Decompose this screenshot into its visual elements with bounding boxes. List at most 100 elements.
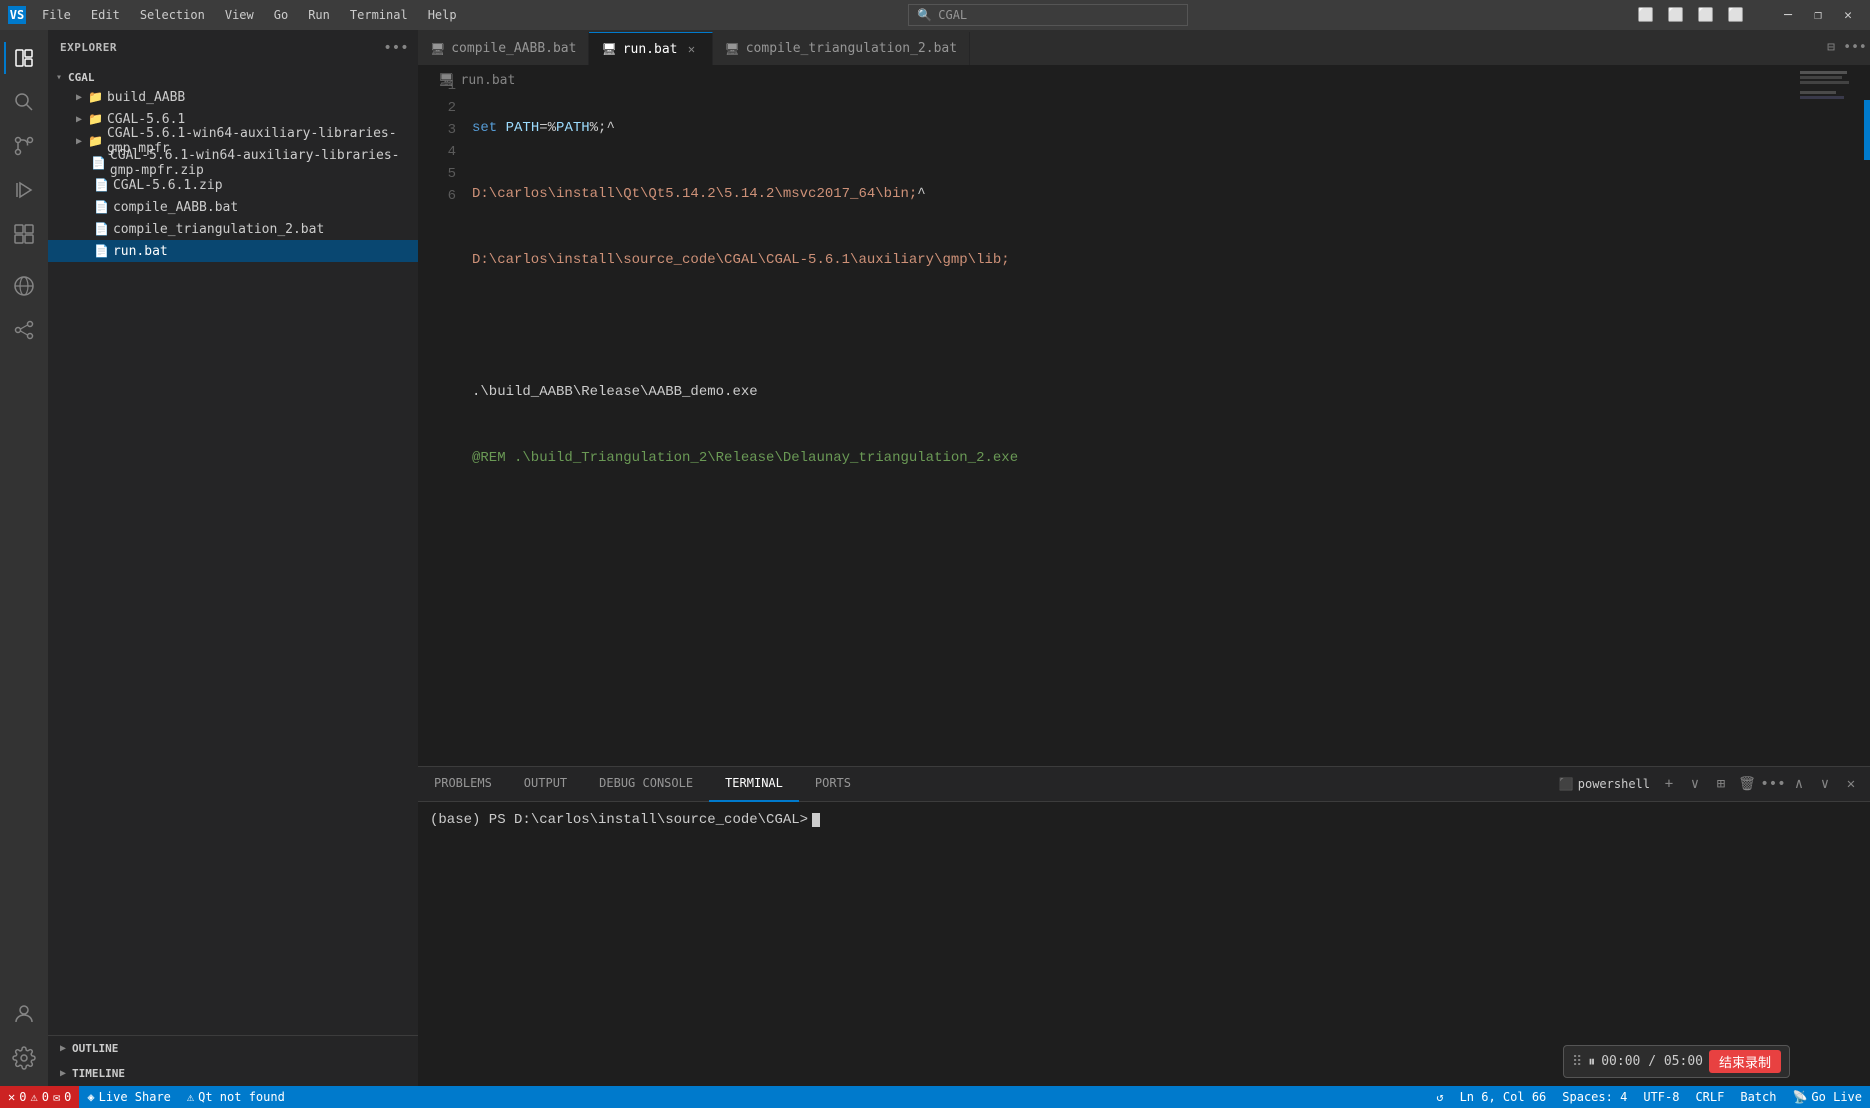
extensions-activity-icon[interactable] — [4, 214, 44, 254]
layout-icon-3[interactable]: ⬜ — [1692, 4, 1720, 26]
drag-handle-icon[interactable]: ⠿ — [1572, 1054, 1582, 1070]
live-share-activity-icon[interactable] — [4, 310, 44, 350]
tree-item-label: CGAL-5.6.1-win64-auxiliary-libraries-gmp… — [110, 148, 410, 178]
status-bar-left: ✕ 0 ⚠ 0 ✉ 0 ◈ Live Share ⚠ Qt not found — [0, 1086, 293, 1108]
tab-terminal[interactable]: TERMINAL — [709, 767, 799, 802]
tab-compile-aabb[interactable]: 🖥 compile_AABB.bat — [418, 32, 589, 65]
tree-item-label: build_AABB — [107, 90, 185, 105]
outline-panel-header[interactable]: ▶ OUTLINE — [48, 1036, 418, 1061]
tab-problems[interactable]: PROBLEMS — [418, 767, 508, 802]
line-numbers: 1 2 3 4 5 6 — [418, 73, 468, 766]
tree-item-label: CGAL-5.6.1 — [107, 112, 185, 127]
sidebar-more-icon[interactable]: ••• — [386, 38, 406, 58]
tree-item-compile-tri[interactable]: 📄 compile_triangulation_2.bat — [48, 218, 418, 240]
tree-item-label: CGAL-5.6.1.zip — [113, 178, 223, 193]
account-activity-icon[interactable] — [4, 994, 44, 1034]
line-num: 3 — [418, 119, 456, 141]
source-control-activity-icon[interactable] — [4, 126, 44, 166]
terminal-cursor — [812, 813, 820, 827]
tab-ports[interactable]: PORTS — [799, 767, 867, 802]
tab-debug-console[interactable]: DEBUG CONSOLE — [583, 767, 709, 802]
bat-icon-active: 📄 — [94, 244, 109, 258]
status-sync-icon[interactable]: ↺ — [1428, 1086, 1451, 1108]
tab-icon: 🖥 — [601, 42, 616, 56]
status-error-item[interactable]: ✕ 0 ⚠ 0 ✉ 0 — [0, 1086, 79, 1108]
menu-item-run[interactable]: Run — [300, 5, 338, 25]
status-spaces[interactable]: Spaces: 4 — [1554, 1086, 1635, 1108]
layout-icon-1[interactable]: ⬜ — [1632, 4, 1660, 26]
powershell-icon: ⬛ — [1559, 777, 1574, 791]
tree-item-label: compile_AABB.bat — [113, 200, 238, 215]
split-terminal-icon[interactable]: ⊞ — [1710, 773, 1732, 795]
tab-label: compile_AABB.bat — [451, 41, 576, 56]
menu-item-terminal[interactable]: Terminal — [342, 5, 416, 25]
tab-run-bat[interactable]: 🖥 run.bat ✕ — [589, 32, 712, 65]
code-lines: set PATH=%PATH%;^ D:\carlos\install\Qt\Q… — [468, 73, 1870, 766]
powershell-text: powershell — [1578, 777, 1650, 791]
encoding-text: UTF-8 — [1643, 1090, 1679, 1104]
tab-debug-label: DEBUG CONSOLE — [599, 776, 693, 790]
tree-item-compile-aabb[interactable]: 📄 compile_AABB.bat — [48, 196, 418, 218]
status-line-col[interactable]: Ln 6, Col 66 — [1452, 1086, 1555, 1108]
menu-item-edit[interactable]: Edit — [83, 5, 128, 25]
tab-close-button[interactable]: ✕ — [684, 41, 700, 57]
add-terminal-icon[interactable]: + — [1658, 773, 1680, 795]
more-terminal-icon[interactable]: ••• — [1762, 773, 1784, 795]
run-debug-activity-icon[interactable] — [4, 170, 44, 210]
tab-output-label: OUTPUT — [524, 776, 567, 790]
status-encoding[interactable]: UTF-8 — [1635, 1086, 1687, 1108]
layout-icon-4[interactable]: ⬜ — [1722, 4, 1750, 26]
tab-label: compile_triangulation_2.bat — [746, 41, 957, 56]
menu-item-file[interactable]: File — [34, 5, 79, 25]
chevron-down-icon[interactable]: ∨ — [1684, 773, 1706, 795]
pause-recording-button[interactable]: ⏸ — [1588, 1054, 1595, 1070]
terminal-prompt-text: (base) PS D:\carlos\install\source_code\… — [430, 810, 808, 830]
close-panel-icon[interactable]: ✕ — [1840, 773, 1862, 795]
status-live-share[interactable]: ◈ Live Share — [79, 1086, 178, 1108]
menu-item-help[interactable]: Help — [420, 5, 465, 25]
tree-item-run-bat[interactable]: 📄 run.bat — [48, 240, 418, 262]
qt-icon: ⚠ — [187, 1090, 194, 1104]
title-bar: VS FileEditSelectionViewGoRunTerminalHel… — [0, 0, 1870, 30]
close-button[interactable]: ✕ — [1834, 4, 1862, 26]
search-icon-title: 🔍 — [917, 8, 932, 22]
folder-icon: 📁 — [88, 112, 103, 126]
minimize-button[interactable]: ─ — [1774, 4, 1802, 26]
search-bar[interactable]: 🔍 CGAL — [908, 4, 1188, 26]
code-line-6: @REM .\build_Triangulation_2\Release\Del… — [472, 447, 1870, 469]
terminal-content[interactable]: (base) PS D:\carlos\install\source_code\… — [418, 802, 1870, 1086]
status-language[interactable]: Batch — [1732, 1086, 1784, 1108]
tree-root-label: CGAL — [68, 71, 95, 84]
tab-compile-tri[interactable]: 🖥 compile_triangulation_2.bat — [713, 32, 971, 65]
restore-button[interactable]: ❐ — [1804, 4, 1832, 26]
trash-terminal-icon[interactable]: 🗑 — [1736, 773, 1758, 795]
tree-root[interactable]: ▾ CGAL — [48, 69, 418, 86]
tree-item-cgal-zip-aux[interactable]: 📄 CGAL-5.6.1-win64-auxiliary-libraries-g… — [48, 152, 418, 174]
status-msg-icon: ✉ — [53, 1090, 60, 1104]
layout-icon-2[interactable]: ⬜ — [1662, 4, 1690, 26]
code-line-2: D:\carlos\install\Qt\Qt5.14.2\5.14.2\msv… — [472, 183, 1870, 205]
chevron-down-panel-icon[interactable]: ∨ — [1814, 773, 1836, 795]
menu-item-selection[interactable]: Selection — [132, 5, 213, 25]
status-line-ending[interactable]: CRLF — [1687, 1086, 1732, 1108]
chevron-up-panel-icon[interactable]: ∧ — [1788, 773, 1810, 795]
tab-more-icon[interactable]: ••• — [1844, 37, 1866, 59]
code-editor[interactable]: 1 2 3 4 5 6 set PATH=%PATH%;^ D:\carlos\… — [418, 65, 1870, 766]
folder-icon: 📁 — [88, 134, 103, 148]
tab-icon: 🖥 — [430, 42, 445, 56]
menu-item-go[interactable]: Go — [266, 5, 296, 25]
terminal-panel: PROBLEMS OUTPUT DEBUG CONSOLE TERMINAL P… — [418, 766, 1870, 1086]
tab-output[interactable]: OUTPUT — [508, 767, 583, 802]
menu-item-view[interactable]: View — [217, 5, 262, 25]
timeline-panel-header[interactable]: ▶ TIMELINE — [48, 1061, 418, 1086]
settings-activity-icon[interactable] — [4, 1038, 44, 1078]
status-warning-count: 0 — [42, 1090, 49, 1104]
status-go-live[interactable]: 📡 Go Live — [1784, 1086, 1870, 1108]
stop-recording-button[interactable]: 结束录制 — [1709, 1050, 1781, 1073]
tab-split-icon[interactable]: ⊟ — [1820, 37, 1842, 59]
explorer-activity-icon[interactable] — [4, 38, 44, 78]
search-activity-icon[interactable] — [4, 82, 44, 122]
status-qt-not-found[interactable]: ⚠ Qt not found — [179, 1086, 293, 1108]
tree-item-build-aabb[interactable]: ▶ 📁 build_AABB — [48, 86, 418, 108]
remote-explorer-activity-icon[interactable] — [4, 266, 44, 306]
